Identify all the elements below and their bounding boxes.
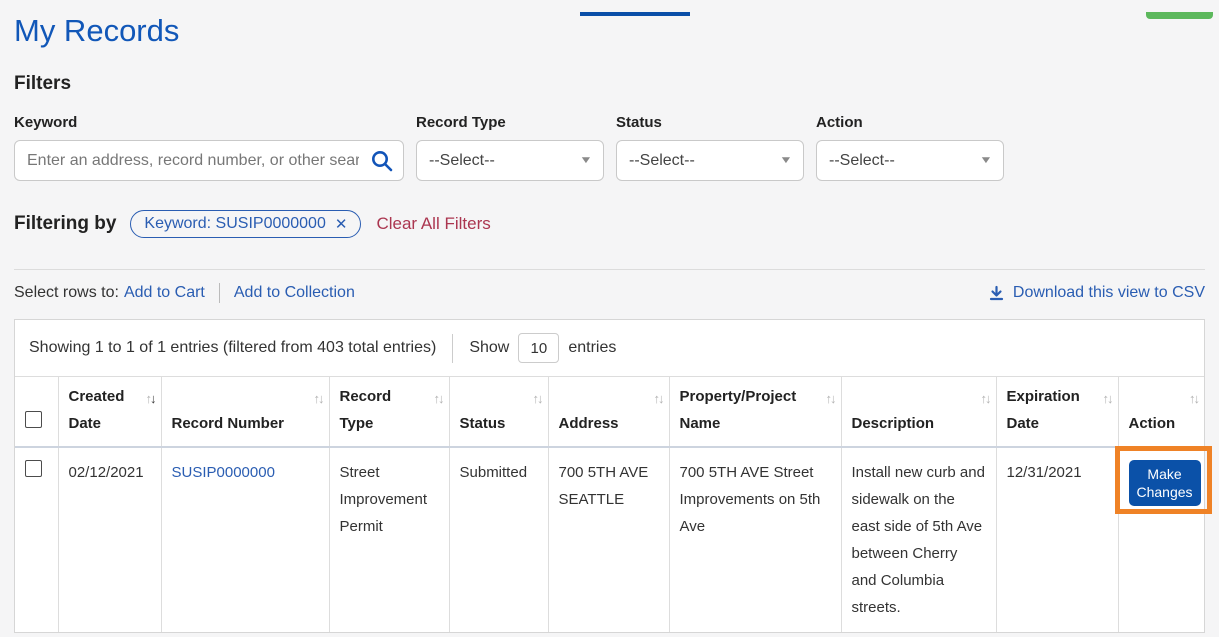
action-label: Action (816, 114, 1004, 131)
sort-icon[interactable]: ↑↓ (314, 385, 323, 412)
sort-icon[interactable]: ↑↓ (434, 385, 443, 412)
vertical-divider (219, 283, 220, 303)
table-row: 02/12/2021 SUSIP0000000 Street Improveme… (15, 447, 1204, 632)
status-label: Status (616, 114, 804, 131)
sort-icon[interactable]: ↑↓ (1189, 385, 1198, 412)
row-checkbox[interactable] (25, 460, 42, 477)
sort-icon[interactable]: ↑↓ (1103, 385, 1112, 412)
cell-description: Install new curb and sidewalk on the eas… (841, 447, 996, 632)
select-rows-label: Select rows to: (14, 284, 119, 302)
status-select[interactable]: --Select-- ▼ (616, 140, 804, 181)
table-header-row: Created Date ↑↓ Record Number ↑↓ Record … (15, 377, 1204, 447)
column-header-address[interactable]: Address ↑↓ (548, 377, 669, 447)
status-selected-value: --Select-- (629, 152, 695, 170)
sort-icon[interactable]: ↑↓ (981, 385, 990, 412)
select-rows-actions: Select rows to: Add to Cart Add to Colle… (14, 283, 355, 303)
record-type-select[interactable]: --Select-- ▼ (416, 140, 604, 181)
vertical-divider (452, 334, 453, 363)
record-number-link[interactable]: SUSIP0000000 (172, 464, 275, 481)
cell-property-name: 700 5TH AVE Street Improvements on 5th A… (669, 447, 841, 632)
my-records-page: My Records Filters Keyword Record Type (0, 12, 1219, 633)
cell-created-date: 02/12/2021 (58, 447, 161, 632)
record-type-filter-group: Record Type --Select-- ▼ (416, 114, 604, 181)
keyword-label: Keyword (14, 114, 404, 131)
records-table: Created Date ↑↓ Record Number ↑↓ Record … (15, 377, 1204, 632)
download-icon (988, 285, 1005, 302)
select-all-checkbox[interactable] (25, 411, 42, 428)
sort-icon[interactable]: ↑↓ (826, 385, 835, 412)
record-type-label: Record Type (416, 114, 604, 131)
cell-record-type: Street Improvement Permit (329, 447, 449, 632)
cell-address: 700 5TH AVE SEATTLE (548, 447, 669, 632)
sort-icon[interactable]: ↑↓ (654, 385, 663, 412)
actions-bar: Select rows to: Add to Cart Add to Colle… (14, 283, 1205, 303)
row-select-cell (15, 447, 58, 632)
filter-row: Keyword Record Type --Select-- ▼ (14, 114, 1205, 181)
search-icon (370, 149, 394, 173)
column-header-status[interactable]: Status ↑↓ (449, 377, 548, 447)
column-header-description[interactable]: Description ↑↓ (841, 377, 996, 447)
status-filter-group: Status --Select-- ▼ (616, 114, 804, 181)
green-button-partial[interactable] (1146, 12, 1213, 19)
filter-chip-text: Keyword: SUSIP0000000 (144, 215, 325, 233)
cell-action: Make Changes (1118, 447, 1204, 632)
select-all-header-cell (15, 377, 58, 447)
search-button[interactable] (366, 145, 398, 176)
download-csv-link[interactable]: Download this view to CSV (988, 284, 1205, 302)
cell-expiration-date: 12/31/2021 (996, 447, 1118, 632)
add-to-collection-link[interactable]: Add to Collection (234, 284, 355, 302)
action-filter-group: Action --Select-- ▼ (816, 114, 1004, 181)
filters-heading: Filters (14, 73, 1205, 95)
add-to-cart-link[interactable]: Add to Cart (124, 284, 205, 302)
chevron-down-icon: ▼ (979, 155, 993, 166)
section-divider (14, 269, 1205, 270)
column-header-action[interactable]: Action ↑↓ (1118, 377, 1204, 447)
download-csv-label: Download this view to CSV (1013, 284, 1205, 302)
sort-icon[interactable]: ↑↓ (146, 385, 155, 412)
table-info-bar: Showing 1 to 1 of 1 entries (filtered fr… (15, 320, 1204, 377)
active-tab-underline (580, 12, 690, 16)
keyword-search-input[interactable] (14, 140, 404, 181)
column-header-expiration-date[interactable]: Expiration Date ↑↓ (996, 377, 1118, 447)
close-icon[interactable]: ✕ (335, 215, 348, 233)
column-header-record-number[interactable]: Record Number ↑↓ (161, 377, 329, 447)
cell-status: Submitted (449, 447, 548, 632)
make-changes-button[interactable]: Make Changes (1129, 460, 1201, 506)
column-header-record-type[interactable]: Record Type ↑↓ (329, 377, 449, 447)
action-select[interactable]: --Select-- ▼ (816, 140, 1004, 181)
action-selected-value: --Select-- (829, 152, 895, 170)
show-label: Show (469, 339, 509, 357)
record-type-selected-value: --Select-- (429, 152, 495, 170)
chevron-down-icon: ▼ (779, 155, 793, 166)
column-header-property-name[interactable]: Property/Project Name ↑↓ (669, 377, 841, 447)
page-title: My Records (14, 12, 1205, 50)
entries-summary: Showing 1 to 1 of 1 entries (filtered fr… (29, 339, 436, 357)
clear-all-filters-link[interactable]: Clear All Filters (376, 214, 490, 234)
keyword-filter-group: Keyword (14, 114, 404, 181)
records-table-panel: Showing 1 to 1 of 1 entries (filtered fr… (14, 319, 1205, 633)
sort-icon[interactable]: ↑↓ (533, 385, 542, 412)
keyword-input-wrap (14, 140, 404, 181)
cell-record-number: SUSIP0000000 (161, 447, 329, 632)
page-size-input[interactable] (518, 333, 559, 363)
entries-label: entries (568, 339, 616, 357)
filtering-by-label: Filtering by (14, 213, 116, 235)
column-header-created-date[interactable]: Created Date ↑↓ (58, 377, 161, 447)
keyword-filter-chip[interactable]: Keyword: SUSIP0000000 ✕ (130, 210, 361, 238)
chevron-down-icon: ▼ (579, 155, 593, 166)
filtering-by-row: Filtering by Keyword: SUSIP0000000 ✕ Cle… (14, 210, 1205, 238)
